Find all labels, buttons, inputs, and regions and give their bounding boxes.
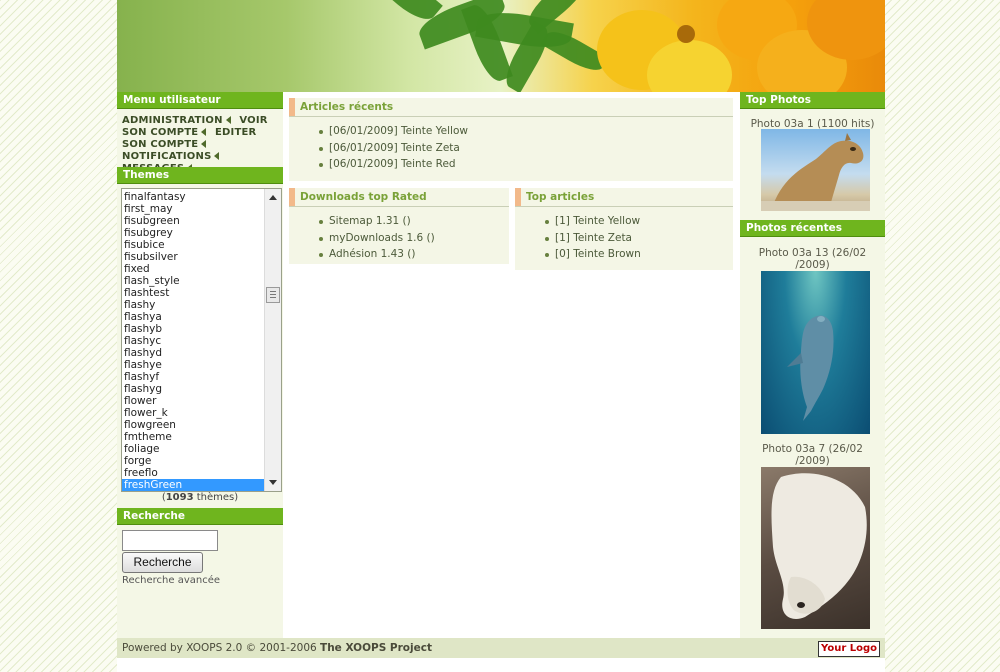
recent-articles-list: [06/01/2009] Teinte Yellow [06/01/2009] … <box>289 117 733 173</box>
list-item[interactable]: [06/01/2009] Teinte Red <box>319 156 733 173</box>
theme-option[interactable]: finalfantasy <box>122 191 265 203</box>
theme-option[interactable]: flash_style <box>122 275 265 287</box>
theme-option[interactable]: flashya <box>122 311 265 323</box>
theme-option-selected[interactable]: freshGreen <box>122 479 265 491</box>
footer: Powered by XOOPS 2.0 © 2001-2006 The XOO… <box>117 638 885 658</box>
user-menu-title: Menu utilisateur <box>117 92 283 109</box>
list-item[interactable]: [1] Teinte Yellow <box>545 213 733 230</box>
footer-powered: Powered by XOOPS 2.0 © 2001-2006 <box>122 642 321 654</box>
theme-option[interactable]: flashyd <box>122 347 265 359</box>
theme-option[interactable]: flower_k <box>122 407 265 419</box>
recent-photo-2-caption[interactable]: Photo 03a 7 (26/02/2009) <box>740 443 885 467</box>
list-item[interactable]: [06/01/2009] Teinte Zeta <box>319 140 733 157</box>
arrow-left-icon <box>214 152 220 160</box>
list-item[interactable]: [0] Teinte Brown <box>545 246 733 263</box>
recent-articles-title: Articles récents <box>289 98 733 117</box>
theme-listbox[interactable]: finalfantasy first_may fisubgreen fisubg… <box>121 188 282 492</box>
polar-bear-photo-icon[interactable] <box>761 467 870 629</box>
header-banner <box>117 0 885 92</box>
top-articles-title: Top articles <box>515 188 733 207</box>
list-item[interactable]: [06/01/2009] Teinte Yellow <box>319 123 733 140</box>
top-articles-list: [1] Teinte Yellow [1] Teinte Zeta [0] Te… <box>515 207 733 263</box>
theme-option[interactable]: flashtest <box>122 287 265 299</box>
menu-administration[interactable]: ADMINISTRATION <box>122 115 223 126</box>
theme-option[interactable]: fisubsilver <box>122 251 265 263</box>
theme-option[interactable]: fixed <box>122 263 265 275</box>
arrow-left-icon <box>201 128 207 136</box>
theme-option[interactable]: fmtheme <box>122 431 265 443</box>
theme-option[interactable]: flashyf <box>122 371 265 383</box>
search-button[interactable]: Recherche <box>122 552 203 573</box>
left-column: Menu utilisateur ADMINISTRATION VOIR SON… <box>117 92 283 638</box>
theme-list: finalfantasy first_may fisubgreen fisubg… <box>122 189 265 491</box>
search-title: Recherche <box>117 508 283 525</box>
recent-photos-title: Photos récentes <box>740 220 885 237</box>
center-column: Articles récents [06/01/2009] Teinte Yel… <box>283 92 740 638</box>
theme-option[interactable]: fisubgrey <box>122 227 265 239</box>
downloads-title: Downloads top Rated <box>289 188 509 207</box>
theme-option[interactable]: flashy <box>122 299 265 311</box>
theme-option[interactable]: freeflo <box>122 467 265 479</box>
themes-title: Themes <box>117 167 283 184</box>
theme-option[interactable]: flashyg <box>122 383 265 395</box>
search-input[interactable] <box>122 530 218 551</box>
dolphin-photo-icon[interactable] <box>761 271 870 434</box>
theme-count: (1093 thèmes) <box>161 492 239 503</box>
list-item[interactable]: Adhésion 1.43 () <box>319 246 509 263</box>
your-logo-badge[interactable]: Your Logo <box>818 641 880 657</box>
theme-option[interactable]: flower <box>122 395 265 407</box>
theme-option[interactable]: first_may <box>122 203 265 215</box>
right-column: Top Photos Photo 03a 1 (1100 hits) Photo… <box>740 92 885 638</box>
list-item[interactable]: myDownloads 1.6 () <box>319 230 509 247</box>
advanced-search-link[interactable]: Recherche avancée <box>122 575 220 586</box>
list-item[interactable]: [1] Teinte Zeta <box>545 230 733 247</box>
recent-articles-block: Articles récents [06/01/2009] Teinte Yel… <box>289 98 733 181</box>
scroll-down-icon[interactable] <box>269 480 277 485</box>
theme-option[interactable]: foliage <box>122 443 265 455</box>
list-item[interactable]: Sitemap 1.31 () <box>319 213 509 230</box>
theme-option[interactable]: flowgreen <box>122 419 265 431</box>
theme-option[interactable]: fisubgreen <box>122 215 265 227</box>
camel-photo-icon[interactable] <box>761 129 870 211</box>
top-articles-block: Top articles [1] Teinte Yellow [1] Teint… <box>515 188 733 270</box>
downloads-block: Downloads top Rated Sitemap 1.31 () myDo… <box>289 188 509 264</box>
scroll-up-icon[interactable] <box>269 195 277 200</box>
recent-photo-1-caption[interactable]: Photo 03a 13 (26/02/2009) <box>740 247 885 271</box>
scroll-thumb[interactable] <box>266 287 280 303</box>
arrow-left-icon <box>225 116 231 124</box>
footer-project-link[interactable]: The XOOPS Project <box>320 642 432 654</box>
top-photos-title: Top Photos <box>740 92 885 109</box>
theme-option[interactable]: forge <box>122 455 265 467</box>
theme-option[interactable]: flashye <box>122 359 265 371</box>
theme-list-scrollbar[interactable] <box>264 189 281 491</box>
arrow-left-icon <box>201 140 207 148</box>
menu-notifications[interactable]: NOTIFICATIONS <box>122 151 211 162</box>
theme-option[interactable]: flashyb <box>122 323 265 335</box>
theme-option[interactable]: flashyc <box>122 335 265 347</box>
theme-option[interactable]: fisubice <box>122 239 265 251</box>
downloads-list: Sitemap 1.31 () myDownloads 1.6 () Adhés… <box>289 207 509 263</box>
page-container: Menu utilisateur ADMINISTRATION VOIR SON… <box>117 0 885 672</box>
